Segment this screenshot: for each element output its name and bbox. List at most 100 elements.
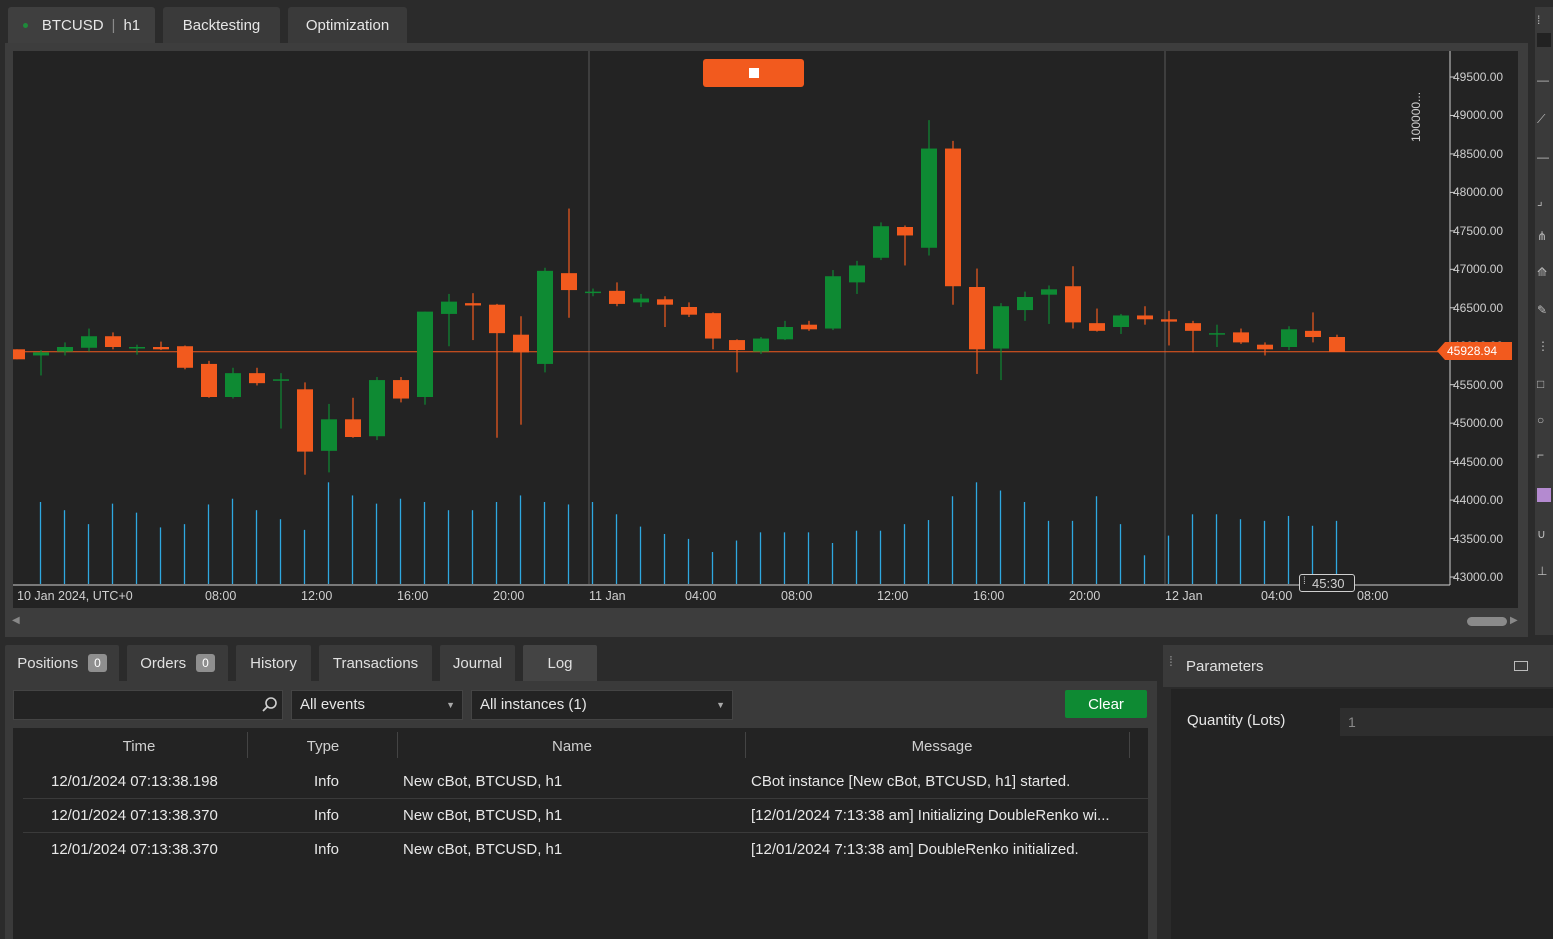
tab-history-label: History <box>250 654 297 672</box>
tab-positions-label: Positions <box>17 654 79 672</box>
chart-area[interactable] <box>13 51 1518 608</box>
log-search-field[interactable] <box>14 691 258 721</box>
candle-body <box>801 324 817 330</box>
tab-symbol-label: BTCUSD <box>41 16 104 34</box>
candle-body <box>1281 329 1297 347</box>
price-tick-label: 46500.00 <box>1453 300 1504 315</box>
price-tick-label: 45000.00 <box>1453 416 1504 431</box>
pen-icon[interactable]: ✎ <box>1537 303 1551 317</box>
toolbar-grip-icon: ⁞ <box>1537 13 1541 27</box>
magnet-icon[interactable]: ∪ <box>1537 527 1551 541</box>
candle-body <box>1329 337 1345 352</box>
candle-body <box>129 347 145 349</box>
time-tick-label: 08:00 <box>205 589 237 603</box>
log-row[interactable]: 12/01/2024 07:13:38.370 Info New cBot, B… <box>23 832 1148 866</box>
tab-transactions[interactable]: Transactions <box>319 645 432 681</box>
candle-body <box>657 299 673 305</box>
positions-count-badge: 0 <box>88 654 107 672</box>
candle-body <box>13 349 25 360</box>
candle-body <box>1065 286 1081 323</box>
candle-body <box>465 303 481 306</box>
quantity-input[interactable]: 1 <box>1340 708 1553 736</box>
color-swatch-icon[interactable] <box>1537 488 1551 502</box>
candle-body <box>561 273 577 291</box>
time-tick-label: 04:00 <box>1261 589 1293 603</box>
pitchfork-icon[interactable]: ⋔ <box>1537 229 1551 243</box>
rectangle-icon[interactable]: □ <box>1537 377 1551 391</box>
drag-handle-icon: ⁞ <box>1303 576 1306 587</box>
scroll-left-icon[interactable]: ◀ <box>12 615 20 626</box>
candle-body <box>153 347 169 350</box>
tab-timeframe-label: h1 <box>123 16 141 34</box>
tab-journal[interactable]: Journal <box>440 645 515 681</box>
log-row[interactable]: 12/01/2024 07:13:38.370 Info New cBot, B… <box>23 798 1148 833</box>
price-chart[interactable] <box>13 51 1518 608</box>
log-message: [12/01/2024 7:13:38 am] DoubleRenko init… <box>751 841 1079 858</box>
column-divider[interactable] <box>1129 732 1130 758</box>
candle-body <box>945 148 961 287</box>
time-tick-label: 20:00 <box>493 589 525 603</box>
column-header-message[interactable]: Message <box>746 738 1138 755</box>
column-header-time[interactable]: Time <box>13 738 265 755</box>
horizontal-line-icon[interactable]: — <box>1537 73 1551 87</box>
tab-log-label: Log <box>547 654 573 672</box>
search-icon[interactable] <box>261 696 279 714</box>
candle-body <box>57 347 73 352</box>
scroll-right-icon[interactable]: ▶ <box>1510 615 1518 626</box>
price-tick-label: 45500.00 <box>1453 377 1504 392</box>
channel-icon[interactable]: ⌟ <box>1537 194 1551 208</box>
tab-backtesting[interactable]: Backtesting <box>163 7 280 43</box>
tab-log[interactable]: Log <box>523 645 597 681</box>
price-tick-label: 48500.00 <box>1453 146 1504 161</box>
candle-body <box>873 226 889 258</box>
drawing-toolbar: ⁞ — ⟋ — ⌟ ⋔ ⟰ ✎ ⋮ □ ○ ⌐ ∪ ⊥ <box>1535 7 1553 635</box>
log-type: Info <box>314 807 340 824</box>
log-search-input[interactable] <box>13 690 283 721</box>
events-filter-select[interactable]: All events ▼ <box>291 690 463 720</box>
candle-body <box>297 389 313 452</box>
price-tick-label: 48000.00 <box>1453 185 1504 200</box>
panel-icon[interactable] <box>1514 661 1528 671</box>
log-name: New cBot, BTCUSD, h1 <box>403 807 563 824</box>
price-tick-label: 44500.00 <box>1453 454 1504 469</box>
tab-optimization[interactable]: Optimization <box>288 7 407 43</box>
candle-body <box>849 265 865 283</box>
stop-bot-button[interactable] <box>703 59 804 87</box>
ruler-icon[interactable]: ⋮ <box>1537 339 1551 353</box>
log-time: 12/01/2024 07:13:38.198 <box>51 773 218 790</box>
parameters-header: ⁞ Parameters <box>1163 645 1553 687</box>
candle-body <box>897 227 913 236</box>
instances-filter-select[interactable]: All instances (1) ▼ <box>471 690 733 720</box>
lock-icon[interactable]: ⊥ <box>1537 564 1551 578</box>
parameters-title: Parameters <box>1186 658 1264 675</box>
tab-transactions-label: Transactions <box>332 654 419 672</box>
time-tick-label: 11 Jan <box>589 589 626 603</box>
candle-body <box>441 301 457 314</box>
cursor-tool-icon[interactable] <box>1537 33 1551 47</box>
chart-scrollbar-thumb[interactable] <box>1467 617 1507 626</box>
tab-optimization-label: Optimization <box>305 16 390 34</box>
clear-button[interactable]: Clear <box>1065 690 1147 718</box>
quantity-label: Quantity (Lots) <box>1187 712 1286 729</box>
instances-filter-value: All instances (1) <box>480 696 587 713</box>
ray-icon[interactable]: — <box>1537 150 1551 164</box>
tab-positions[interactable]: Positions 0 <box>5 645 119 681</box>
candle-body <box>777 327 793 340</box>
column-header-type[interactable]: Type <box>248 738 398 755</box>
panel-grip-icon[interactable]: ⁞ <box>1169 653 1173 669</box>
time-tick-label: 12:00 <box>301 589 333 603</box>
candle-body <box>705 313 721 339</box>
tab-symbol[interactable]: BTCUSD | h1 <box>8 7 155 43</box>
log-time: 12/01/2024 07:13:38.370 <box>51 841 218 858</box>
tab-history[interactable]: History <box>236 645 311 681</box>
text-icon[interactable]: ⌐ <box>1537 448 1551 462</box>
ellipse-icon[interactable]: ○ <box>1537 413 1551 427</box>
tab-orders[interactable]: Orders 0 <box>127 645 228 681</box>
time-tick-label: 08:00 <box>781 589 813 603</box>
log-row[interactable]: 12/01/2024 07:13:38.198 Info New cBot, B… <box>23 764 1148 799</box>
candle-body <box>345 419 361 437</box>
trend-line-icon[interactable]: ⟋ <box>1537 112 1551 126</box>
fibonacci-icon[interactable]: ⟰ <box>1537 265 1551 279</box>
candle-body <box>633 298 649 303</box>
column-header-name[interactable]: Name <box>398 738 746 755</box>
